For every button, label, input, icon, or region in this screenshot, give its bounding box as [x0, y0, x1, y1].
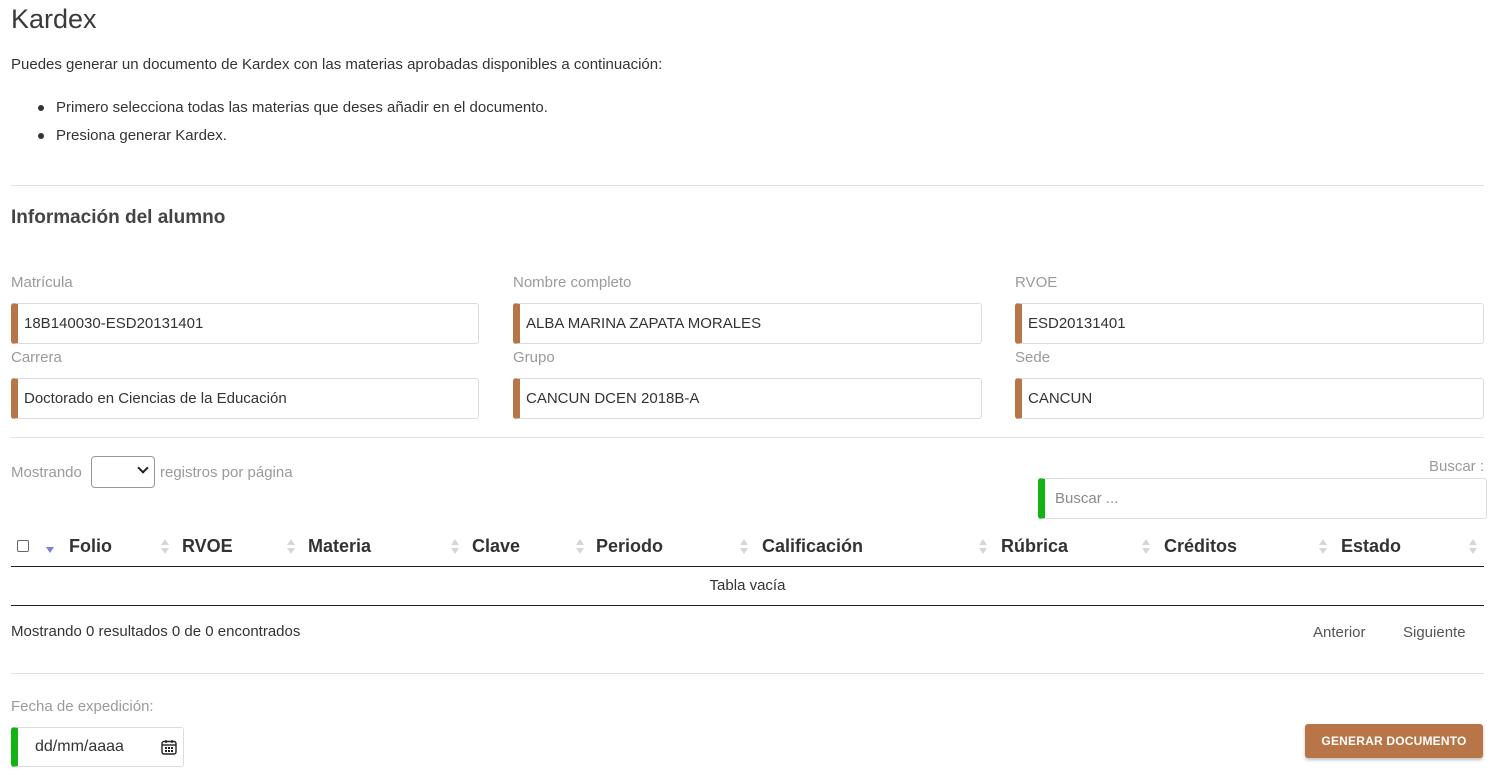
field-carrera: Doctorado en Ciencias de la Educación — [11, 378, 479, 419]
field-label-carrera: Carrera — [11, 349, 62, 366]
intro-text: Puedes generar un documento de Kardex co… — [11, 56, 663, 73]
table-header: Folio RVOE Materia Clave Periodo Calific… — [11, 530, 1484, 567]
divider — [11, 673, 1484, 674]
page-length-select[interactable] — [91, 456, 155, 488]
sort-desc-icon — [46, 547, 54, 553]
sort-icon — [1142, 539, 1151, 555]
next-page-button[interactable]: Siguiente — [1403, 624, 1466, 641]
col-clave[interactable]: Clave — [472, 530, 520, 566]
length-prefix: Mostrando — [11, 464, 82, 481]
sort-icon — [740, 539, 749, 555]
empty-table-row: Tabla vacía — [11, 568, 1484, 606]
col-periodo[interactable]: Periodo — [596, 530, 663, 566]
sort-icon — [576, 539, 585, 555]
col-calificacion[interactable]: Calificación — [762, 530, 863, 566]
search-input[interactable] — [1038, 478, 1487, 519]
divider — [11, 437, 1484, 438]
date-label: Fecha de expedición: — [11, 698, 154, 715]
instruction-item: Presiona generar Kardex. — [38, 126, 548, 154]
chevron-down-icon — [137, 462, 149, 474]
section-title: Información del alumno — [11, 207, 226, 228]
page-title: Kardex — [11, 4, 97, 34]
col-materia[interactable]: Materia — [308, 530, 371, 566]
col-rvoe[interactable]: RVOE — [182, 530, 233, 566]
date-input[interactable]: dd/mm/aaaa — [11, 727, 184, 767]
sort-icon — [161, 539, 170, 555]
field-label-grupo: Grupo — [513, 349, 555, 366]
field-matricula: 18B140030-ESD20131401 — [11, 303, 479, 344]
field-grupo: CANCUN DCEN 2018B-A — [513, 378, 982, 419]
field-rvoe: ESD20131401 — [1015, 303, 1484, 344]
col-rubrica[interactable]: Rúbrica — [1001, 530, 1068, 566]
table-info: Mostrando 0 resultados 0 de 0 encontrado… — [11, 623, 301, 640]
length-suffix: registros por página — [160, 464, 293, 481]
date-placeholder: dd/mm/aaaa — [35, 738, 124, 755]
col-estado[interactable]: Estado — [1341, 530, 1401, 566]
sort-icon — [287, 539, 296, 555]
sort-icon — [1469, 539, 1478, 555]
col-creditos[interactable]: Créditos — [1164, 530, 1237, 566]
sort-icon — [1319, 539, 1328, 555]
instructions-list: Primero selecciona todas las materias qu… — [38, 98, 548, 154]
field-label-nombre: Nombre completo — [513, 274, 632, 291]
select-all-checkbox[interactable] — [17, 540, 29, 552]
field-label-matricula: Matrícula — [11, 274, 73, 291]
col-folio[interactable]: Folio — [69, 530, 112, 566]
divider — [11, 185, 1484, 186]
generate-document-button[interactable]: GENERAR DOCUMENTO — [1305, 724, 1483, 758]
field-label-rvoe: RVOE — [1015, 274, 1058, 291]
calendar-icon[interactable] — [161, 739, 177, 755]
sort-icon — [979, 539, 988, 555]
field-nombre: ALBA MARINA ZAPATA MORALES — [513, 303, 982, 344]
search-label: Buscar : — [1428, 458, 1484, 475]
field-sede: CANCUN — [1015, 378, 1484, 419]
sort-icon — [451, 539, 460, 555]
prev-page-button[interactable]: Anterior — [1313, 624, 1366, 641]
field-label-sede: Sede — [1015, 349, 1051, 366]
instruction-item: Primero selecciona todas las materias qu… — [38, 98, 548, 126]
